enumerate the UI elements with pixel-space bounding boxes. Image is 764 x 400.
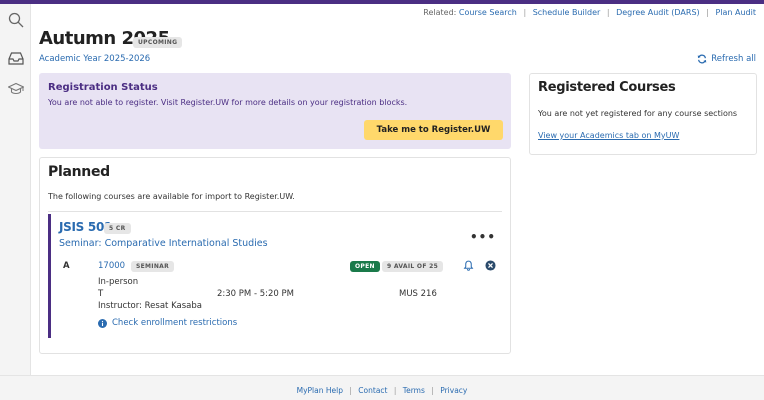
planned-panel: Planned The following courses are availa…	[39, 157, 511, 354]
credits-badge: 5 CR	[104, 223, 131, 234]
separator: |	[706, 8, 709, 17]
availability-badge: 9 AVAIL OF 25	[382, 261, 444, 272]
plan-audit-link[interactable]: Plan Audit	[715, 8, 756, 17]
terms-link[interactable]: Terms	[403, 386, 425, 395]
contact-link[interactable]: Contact	[358, 386, 387, 395]
remove-section-icon[interactable]	[485, 260, 496, 274]
refresh-all-button[interactable]: Refresh all	[697, 54, 756, 64]
enrollment-restrictions-link[interactable]: Check enrollment restrictions	[98, 318, 237, 328]
registration-status-message: You are not able to register. Visit Regi…	[48, 98, 408, 107]
course-name[interactable]: Seminar: Comparative International Studi…	[59, 238, 268, 249]
info-icon	[98, 318, 107, 328]
myplan-help-link[interactable]: MyPlan Help	[297, 386, 343, 395]
course-search-link[interactable]: Course Search	[459, 8, 517, 17]
related-label: Related:	[423, 8, 457, 17]
separator: |	[606, 8, 610, 17]
registered-courses-panel: Registered Courses You are not yet regis…	[529, 73, 757, 155]
more-options-button[interactable]: •••	[470, 230, 496, 244]
open-status-badge: OPEN	[350, 261, 380, 272]
schedule-builder-link[interactable]: Schedule Builder	[533, 8, 601, 17]
course-card: JSIS 501 5 CR Seminar: Comparative Inter…	[48, 214, 502, 338]
section-letter: A	[63, 261, 70, 271]
instructor: Instructor: Resat Kasaba	[98, 301, 202, 311]
degree-audit-link[interactable]: Degree Audit (DARS)	[616, 8, 700, 17]
bell-icon[interactable]	[463, 260, 474, 274]
upcoming-badge: UPCOMING	[133, 37, 183, 48]
register-uw-button[interactable]: Take me to Register.UW	[364, 120, 503, 140]
privacy-link[interactable]: Privacy	[440, 386, 467, 395]
meeting-day: T	[98, 289, 104, 299]
instruction-mode: In-person	[98, 277, 139, 287]
registered-courses-title: Registered Courses	[538, 80, 676, 95]
refresh-icon	[698, 54, 707, 64]
section-type-badge: SEMINAR	[131, 261, 175, 272]
planned-title: Planned	[48, 164, 110, 180]
academic-year: Academic Year 2025-2026	[39, 54, 151, 64]
footer: MyPlan Help | Contact | Terms | Privacy	[0, 375, 764, 400]
meeting-room[interactable]: MUS 216	[399, 289, 437, 299]
top-brand-bar	[0, 0, 764, 4]
planned-intro: The following courses are available for …	[48, 192, 502, 212]
graduation-cap-icon[interactable]	[6, 79, 26, 99]
registration-status-panel: Registration Status You are not able to …	[39, 73, 511, 149]
related-links: Related: Course Search | Schedule Builde…	[423, 8, 756, 17]
registered-courses-message: You are not yet registered for any cours…	[538, 109, 738, 118]
section-number-link[interactable]: 17000	[98, 261, 125, 271]
enrollment-restrictions-label: Check enrollment restrictions	[112, 318, 238, 328]
separator: |	[393, 386, 397, 395]
refresh-label: Refresh all	[711, 54, 756, 64]
meeting-time: 2:30 PM - 5:20 PM	[217, 289, 294, 299]
search-icon[interactable]	[6, 10, 26, 30]
side-rail	[0, 4, 31, 375]
inbox-icon[interactable]	[6, 48, 26, 68]
registration-status-title: Registration Status	[48, 82, 158, 93]
separator: |	[523, 8, 527, 17]
academics-tab-link[interactable]: View your Academics tab on MyUW	[538, 131, 748, 140]
separator: |	[349, 386, 352, 395]
separator: |	[431, 386, 434, 395]
